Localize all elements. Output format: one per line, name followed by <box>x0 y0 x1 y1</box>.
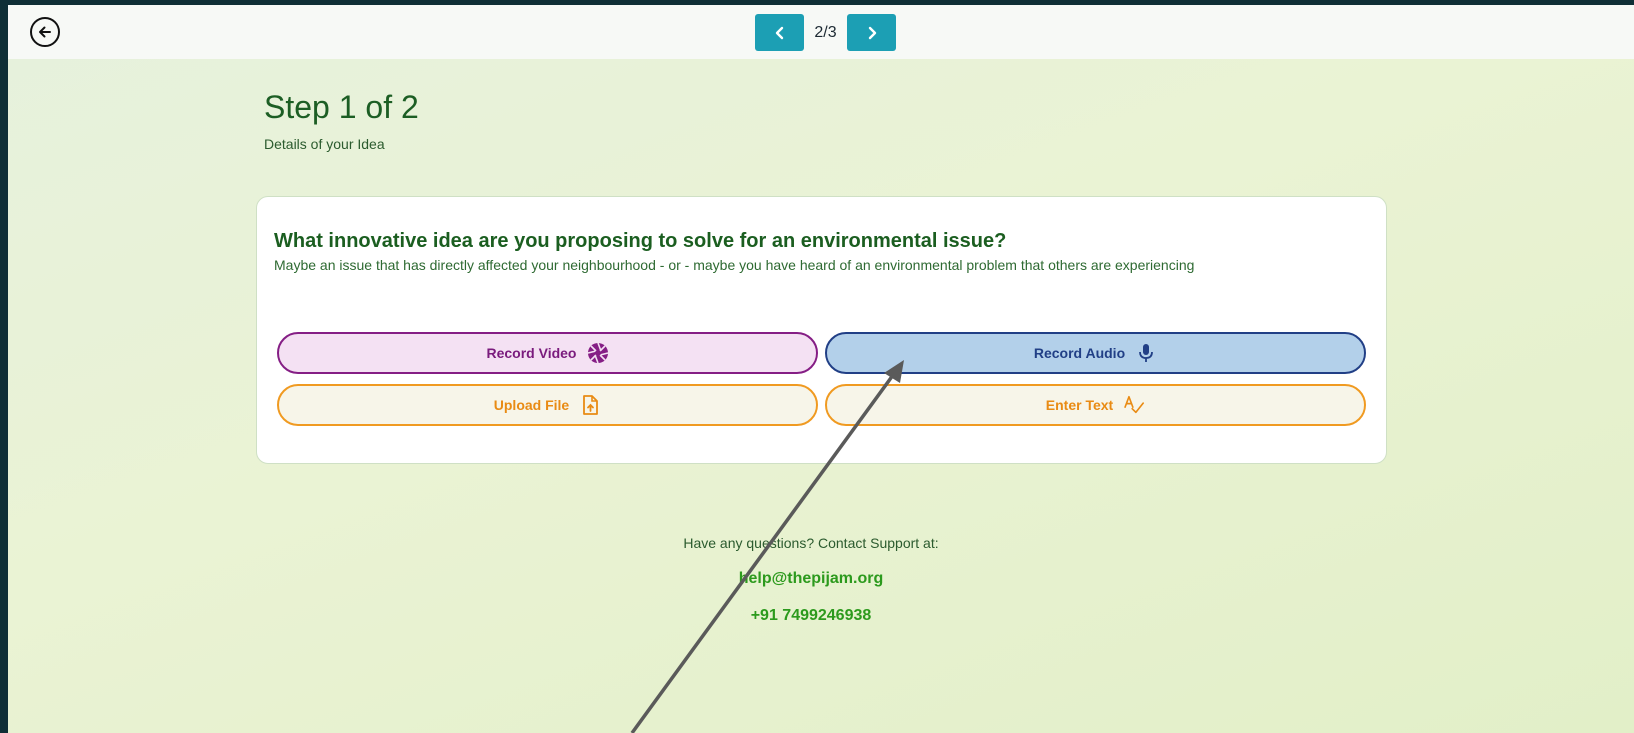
upload-file-button[interactable]: Upload File <box>277 384 818 426</box>
option-label: Record Video <box>486 345 577 361</box>
option-label: Enter Text <box>1045 397 1114 413</box>
record-video-button[interactable]: Record Video <box>277 332 818 374</box>
page-indicator: 2/3 <box>814 23 837 41</box>
record-audio-button[interactable]: Record Audio <box>825 332 1366 374</box>
file-upload-icon <box>579 394 601 416</box>
top-bar: 2/3 <box>8 5 1634 59</box>
app-frame: 2/3 Step 1 of 2 Details of your Idea Wha… <box>8 5 1634 733</box>
page-subtitle: Details of your Idea <box>264 136 385 152</box>
next-button[interactable] <box>847 14 896 51</box>
support-phone-link[interactable]: +91 7499246938 <box>8 607 1624 625</box>
previous-button[interactable] <box>755 14 804 51</box>
support-email-link[interactable]: help@thepijam.org <box>8 570 1624 588</box>
microphone-icon <box>1135 342 1157 364</box>
question-title: What innovative idea are you proposing t… <box>274 230 1007 252</box>
option-label: Upload File <box>493 397 570 413</box>
arrow-left-icon <box>36 23 54 41</box>
question-description: Maybe an issue that has directly affecte… <box>274 257 1195 273</box>
camera-aperture-icon <box>587 342 609 364</box>
spellcheck-icon <box>1123 394 1145 416</box>
support-text: Have any questions? Contact Support at: <box>683 535 939 551</box>
back-button[interactable] <box>30 17 60 47</box>
chevron-left-icon <box>773 26 787 40</box>
page-title: Step 1 of 2 <box>264 89 419 125</box>
question-card: What innovative idea are you proposing t… <box>256 196 1387 464</box>
enter-text-button[interactable]: Enter Text <box>825 384 1366 426</box>
option-label: Record Audio <box>1033 345 1126 361</box>
pager: 2/3 <box>755 14 896 51</box>
chevron-right-icon <box>865 26 879 40</box>
